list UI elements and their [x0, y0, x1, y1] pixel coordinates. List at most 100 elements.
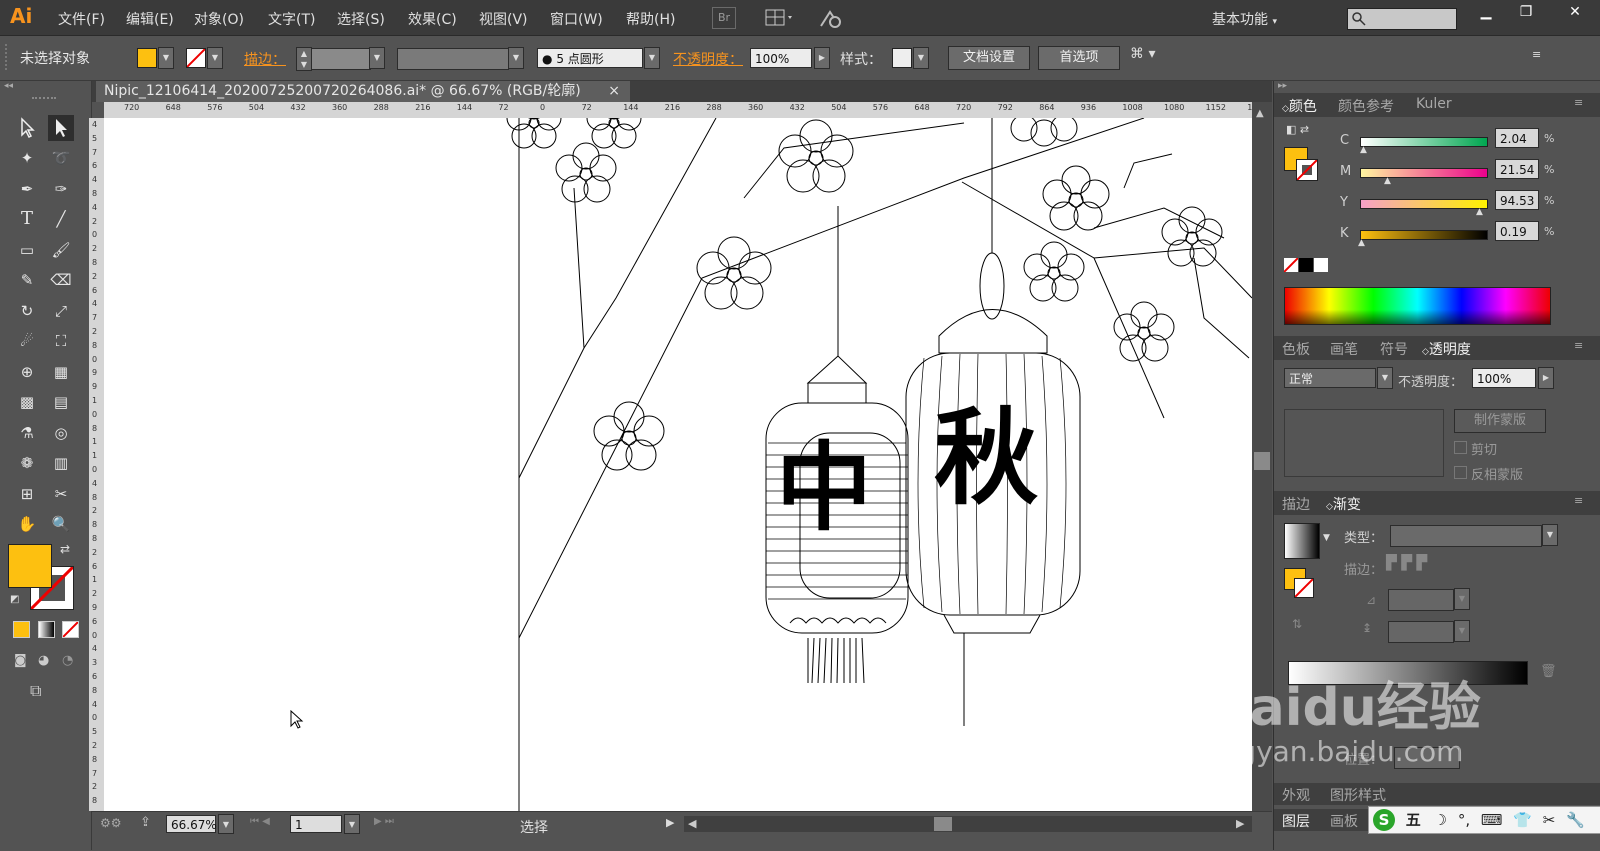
- curvature-pen-icon[interactable]: ✑: [48, 176, 74, 202]
- screen-mode-icon[interactable]: ⧉: [30, 681, 41, 701]
- tab-layers[interactable]: 图层: [1282, 811, 1310, 831]
- share-icon[interactable]: ⇪: [140, 815, 151, 830]
- tab-graphic-styles[interactable]: 图形样式: [1330, 785, 1386, 805]
- status-arrow-icon[interactable]: ▶: [666, 816, 674, 829]
- stroke-dropdown[interactable]: ▼: [207, 47, 223, 69]
- ime-punct-icon[interactable]: °,: [1458, 811, 1470, 829]
- blend-mode-select[interactable]: 正常: [1284, 368, 1376, 388]
- tab-brushes[interactable]: 画笔: [1330, 339, 1358, 359]
- sync-settings-icon[interactable]: [818, 6, 844, 30]
- menu-effect[interactable]: 效果(C): [408, 9, 457, 29]
- channel-k-slider[interactable]: [1360, 230, 1488, 240]
- blend-tool-icon[interactable]: ◎: [48, 420, 74, 446]
- gradient-type-dropdown[interactable]: ▼: [1542, 524, 1558, 546]
- scroll-right-icon[interactable]: ▶: [1236, 817, 1244, 830]
- tab-artboards[interactable]: 画板: [1330, 811, 1358, 831]
- next-page-icon[interactable]: ▶ ⏭: [374, 816, 394, 827]
- stroke-label[interactable]: 描边：: [244, 49, 286, 69]
- close-button[interactable]: ✕: [1550, 0, 1600, 24]
- magic-wand-icon[interactable]: ✦: [14, 145, 40, 171]
- arrange-documents-icon[interactable]: [764, 7, 796, 29]
- menu-window[interactable]: 窗口(W): [550, 9, 603, 29]
- h-scroll-thumb[interactable]: [934, 817, 952, 831]
- clip-checkbox[interactable]: [1454, 441, 1467, 454]
- menu-view[interactable]: 视图(V): [479, 9, 528, 29]
- black-swatch[interactable]: [1299, 258, 1313, 272]
- bridge-icon[interactable]: Br: [712, 7, 736, 29]
- eraser-icon[interactable]: ⌫: [48, 267, 74, 293]
- status-menu-icon[interactable]: ⚙⚙: [100, 816, 122, 830]
- none-mode-icon[interactable]: [62, 621, 79, 638]
- lasso-icon[interactable]: ➰: [48, 145, 74, 171]
- page-field[interactable]: 1: [290, 815, 342, 833]
- variable-width-profile[interactable]: [397, 48, 509, 70]
- stroke-weight-dropdown[interactable]: ▼: [369, 47, 385, 69]
- white-swatch[interactable]: [1314, 258, 1328, 272]
- menu-type[interactable]: 文字(T): [268, 9, 315, 29]
- stroke-weight-field[interactable]: [311, 48, 371, 70]
- zoom-tool-icon[interactable]: 🔍: [48, 511, 74, 537]
- type-tool-icon[interactable]: T: [14, 206, 40, 232]
- scroll-thumb[interactable]: [1254, 452, 1270, 470]
- draw-inside-icon[interactable]: ◔: [62, 653, 73, 668]
- grip-handle[interactable]: [32, 97, 56, 103]
- scroll-left-icon[interactable]: ◀: [688, 817, 696, 830]
- channel-c-value[interactable]: 2.04: [1495, 128, 1539, 148]
- color-mode-icon[interactable]: [13, 621, 30, 638]
- grip-handle[interactable]: [5, 44, 11, 70]
- artboard-tool-icon[interactable]: ⊞: [14, 481, 40, 507]
- draw-normal-icon[interactable]: ◙: [14, 653, 27, 668]
- graphic-style-swatch[interactable]: [892, 48, 912, 68]
- first-page-icon[interactable]: ⏮ ◀: [250, 816, 270, 827]
- gradient-tool-icon[interactable]: ▤: [48, 389, 74, 415]
- gradient-preview-dropdown-icon[interactable]: ▼: [1323, 533, 1330, 543]
- preferences-button[interactable]: 首选项: [1038, 46, 1120, 70]
- expand-arrows-icon[interactable]: ▸▸: [1278, 81, 1287, 91]
- tab-symbols[interactable]: 符号: [1380, 339, 1408, 359]
- free-transform-icon[interactable]: ⛶: [48, 328, 74, 354]
- zoom-dropdown[interactable]: ▼: [218, 814, 234, 834]
- gradient-type-select[interactable]: [1390, 525, 1542, 547]
- artboard-canvas[interactable]: 中 秋: [104, 118, 1252, 811]
- none-swatch[interactable]: [1283, 257, 1299, 273]
- menu-file[interactable]: 文件(F): [58, 9, 105, 29]
- hand-tool-icon[interactable]: ✋: [14, 511, 40, 537]
- vertical-ruler[interactable]: 4576484202826472809910811048288261296043…: [89, 118, 105, 811]
- tab-transparency[interactable]: ◇透明度: [1422, 339, 1471, 359]
- mesh-tool-icon[interactable]: ▩: [14, 389, 40, 415]
- menu-object[interactable]: 对象(O): [194, 9, 244, 29]
- rectangle-tool-icon[interactable]: ▭: [14, 237, 40, 263]
- transparency-opacity-arrow[interactable]: ▶: [1538, 367, 1554, 389]
- channel-m-slider[interactable]: [1360, 168, 1488, 178]
- stroke-weight-stepper[interactable]: ▲ ▼: [296, 47, 312, 71]
- selection-tool-icon[interactable]: [14, 115, 40, 141]
- tab-kuler[interactable]: Kuler: [1416, 96, 1452, 112]
- gradient-mode-icon[interactable]: [38, 621, 55, 638]
- fill-stroke-mini-icon[interactable]: ◧ ⇄: [1286, 123, 1309, 136]
- style-dropdown[interactable]: ▼: [913, 47, 929, 69]
- aspect-ratio-field[interactable]: [1388, 621, 1454, 643]
- pencil-icon[interactable]: ✎: [14, 267, 40, 293]
- column-graph-icon[interactable]: ▥: [48, 450, 74, 476]
- ime-user-icon[interactable]: 👕: [1513, 811, 1532, 829]
- document-setup-button[interactable]: 文档设置: [948, 46, 1030, 70]
- transparency-panel-menu-icon[interactable]: ≡: [1574, 339, 1583, 352]
- channel-k-thumb[interactable]: ▲: [1358, 238, 1365, 248]
- reverse-gradient-icon[interactable]: ⇅: [1292, 617, 1302, 631]
- rotate-tool-icon[interactable]: ↻: [14, 298, 40, 324]
- fill-swatch[interactable]: [137, 48, 157, 68]
- collapse-arrows-icon[interactable]: ◂◂: [4, 81, 13, 91]
- draw-behind-icon[interactable]: ◕: [38, 653, 49, 668]
- transparency-opacity-field[interactable]: 100%: [1472, 368, 1536, 388]
- eyedropper-icon[interactable]: ⚗: [14, 420, 40, 446]
- zoom-field[interactable]: 66.67%: [166, 815, 217, 833]
- channel-c-slider[interactable]: [1360, 137, 1488, 147]
- pen-tool-icon[interactable]: ✒: [14, 176, 40, 202]
- tab-appearance[interactable]: 外观: [1282, 785, 1310, 805]
- ime-settings-icon[interactable]: 🔧: [1566, 811, 1585, 829]
- tab-color[interactable]: ◇颜色: [1282, 96, 1317, 116]
- menu-edit[interactable]: 编辑(E): [126, 9, 174, 29]
- angle-dropdown[interactable]: ▼: [1454, 588, 1470, 610]
- shape-builder-icon[interactable]: ⊕: [14, 359, 40, 385]
- ime-moon-icon[interactable]: ☽: [1434, 811, 1447, 829]
